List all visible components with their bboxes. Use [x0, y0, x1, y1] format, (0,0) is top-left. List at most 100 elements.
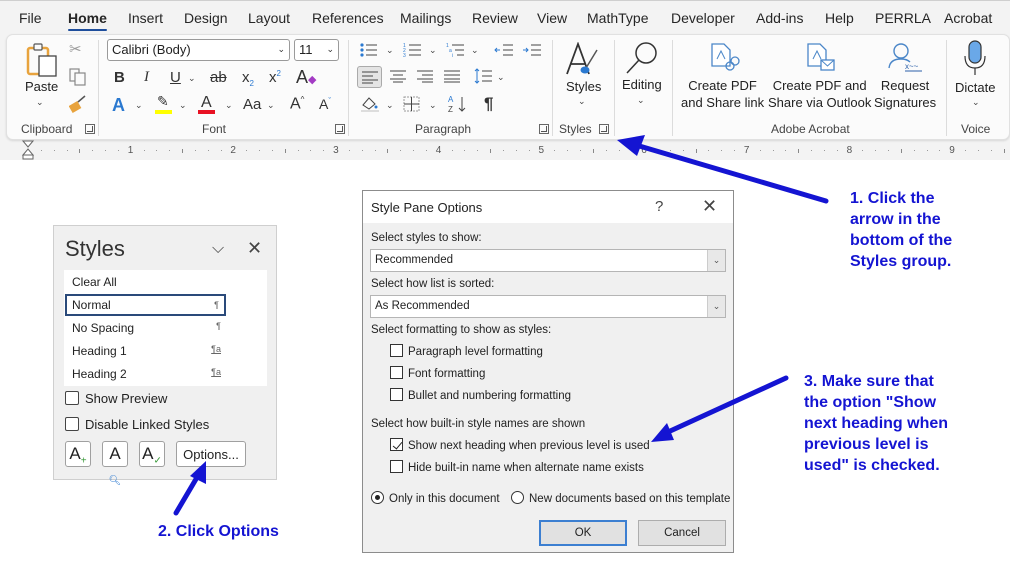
- tab-home[interactable]: Home: [68, 10, 107, 31]
- justify-icon[interactable]: [444, 70, 460, 83]
- chevron-down-icon[interactable]: ⌄: [707, 250, 725, 271]
- change-case-dropdown-chevron-icon[interactable]: ⌄: [267, 100, 275, 111]
- checkbox-box[interactable]: [390, 344, 403, 357]
- paste-label[interactable]: Paste: [25, 78, 58, 95]
- tab-help[interactable]: Help: [825, 10, 854, 26]
- bullets-icon[interactable]: [359, 42, 379, 58]
- underline-button[interactable]: U: [170, 70, 181, 85]
- paragraph-launcher-icon[interactable]: [539, 124, 549, 134]
- subscript-button[interactable]: x2: [242, 70, 254, 88]
- styles-button-label[interactable]: Styles: [566, 78, 601, 95]
- styles-to-show-select[interactable]: Recommended ⌄: [370, 249, 726, 272]
- close-icon[interactable]: ✕: [702, 196, 717, 217]
- highlight-dropdown-chevron-icon[interactable]: ⌄: [179, 100, 187, 111]
- radio-button[interactable]: [511, 491, 524, 504]
- highlight-color-icon[interactable]: ✎: [157, 94, 169, 108]
- paragraph-level-formatting-checkbox[interactable]: Paragraph level formatting: [390, 344, 543, 358]
- only-this-document-radio[interactable]: Only in this document: [371, 491, 500, 505]
- checkbox-box[interactable]: [65, 417, 79, 431]
- font-launcher-icon[interactable]: [335, 124, 345, 134]
- bullet-numbering-formatting-checkbox[interactable]: Bullet and numbering formatting: [390, 388, 571, 402]
- font-color-button[interactable]: A: [201, 95, 212, 111]
- font-formatting-checkbox[interactable]: Font formatting: [390, 366, 485, 380]
- checkbox-box[interactable]: [390, 366, 403, 379]
- create-pdf-share-outlook-button[interactable]: Create PDF and Share via Outlook: [768, 77, 871, 111]
- help-icon[interactable]: ?: [655, 198, 663, 215]
- checkbox-box[interactable]: [390, 460, 403, 473]
- numbering-icon[interactable]: 123: [403, 42, 423, 58]
- superscript-button[interactable]: x2: [269, 70, 281, 86]
- borders-icon[interactable]: [403, 96, 420, 112]
- create-pdf-share-link-button[interactable]: Create PDF and Share link: [681, 77, 764, 111]
- options-button[interactable]: Options...: [176, 441, 246, 467]
- pane-options-chevron-icon[interactable]: ⌵: [212, 240, 224, 258]
- numbering-dropdown-chevron-icon[interactable]: ⌄: [429, 45, 437, 56]
- style-item-clear-all[interactable]: Clear All: [65, 271, 226, 293]
- align-center-icon[interactable]: [390, 70, 406, 83]
- tab-perrla[interactable]: PERRLA: [875, 10, 931, 26]
- grow-font-button[interactable]: A^: [290, 96, 304, 112]
- align-right-icon[interactable]: [417, 70, 433, 83]
- ok-button[interactable]: OK: [539, 520, 627, 546]
- line-spacing-icon[interactable]: [474, 68, 492, 84]
- tab-add-ins[interactable]: Add-ins: [756, 10, 803, 26]
- style-inspector-button[interactable]: A🔍︎: [102, 441, 128, 486]
- styles-launcher-icon[interactable]: [599, 124, 609, 134]
- cut-icon[interactable]: ✂: [69, 42, 82, 57]
- clipboard-launcher-icon[interactable]: [85, 124, 95, 134]
- multilevel-list-icon[interactable]: 1ai: [446, 42, 466, 58]
- manage-styles-button[interactable]: A✓: [139, 441, 165, 467]
- multilevel-dropdown-chevron-icon[interactable]: ⌄: [471, 45, 479, 56]
- underline-dropdown-chevron-icon[interactable]: ⌄: [188, 73, 196, 84]
- strikethrough-button[interactable]: ab: [210, 70, 227, 85]
- tab-acrobat[interactable]: Acrobat: [944, 10, 992, 26]
- tab-review[interactable]: Review: [472, 10, 518, 26]
- text-effects-button[interactable]: A: [112, 96, 125, 114]
- align-left-button[interactable]: [357, 66, 382, 88]
- clear-formatting-icon[interactable]: A◆: [296, 68, 316, 86]
- decrease-indent-icon[interactable]: [494, 42, 514, 58]
- paste-dropdown-chevron-icon[interactable]: ⌄: [36, 97, 44, 108]
- show-preview-checkbox[interactable]: Show Preview: [65, 391, 167, 406]
- tab-mathtype[interactable]: MathType: [587, 10, 648, 26]
- show-formatting-marks-button[interactable]: ¶: [484, 95, 493, 112]
- bold-button[interactable]: B: [114, 70, 125, 85]
- cancel-button[interactable]: Cancel: [638, 520, 726, 546]
- new-documents-template-radio[interactable]: New documents based on this template: [511, 491, 730, 505]
- show-next-heading-checkbox[interactable]: Show next heading when previous level is…: [390, 438, 650, 452]
- tab-references[interactable]: References: [312, 10, 384, 26]
- tab-file[interactable]: File: [19, 10, 42, 26]
- font-name-combobox[interactable]: Calibri (Body) ⌄: [107, 39, 290, 61]
- tab-mailings[interactable]: Mailings: [400, 10, 451, 26]
- checkbox-box[interactable]: [65, 391, 79, 405]
- close-icon[interactable]: ✕: [247, 238, 262, 259]
- format-painter-icon[interactable]: [69, 95, 87, 113]
- chevron-down-icon[interactable]: ⌄: [707, 296, 725, 317]
- hide-builtin-name-checkbox[interactable]: Hide built-in name when alternate name e…: [390, 460, 644, 474]
- line-spacing-dropdown-chevron-icon[interactable]: ⌄: [497, 72, 505, 83]
- text-effects-dropdown-chevron-icon[interactable]: ⌄: [135, 100, 143, 111]
- shrink-font-button[interactable]: Aˇ: [319, 97, 331, 111]
- request-signatures-icon[interactable]: x~~: [887, 42, 923, 74]
- style-item-normal[interactable]: Normal ¶: [65, 294, 226, 316]
- pdf-outlook-icon[interactable]: [806, 42, 836, 74]
- horizontal-ruler[interactable]: 1 2 3 4 5 6 7 8 9: [0, 144, 1010, 158]
- style-item-no-spacing[interactable]: No Spacing ¶: [65, 317, 226, 339]
- change-case-button[interactable]: Aa: [243, 97, 261, 112]
- font-size-combobox[interactable]: 11 ⌄: [294, 39, 339, 61]
- indent-marker-icon[interactable]: [22, 140, 34, 160]
- dictate-button-label[interactable]: Dictate: [955, 79, 995, 96]
- new-style-button[interactable]: A+: [65, 441, 91, 467]
- bullets-dropdown-chevron-icon[interactable]: ⌄: [386, 45, 394, 56]
- italic-button[interactable]: I: [144, 70, 149, 85]
- borders-dropdown-chevron-icon[interactable]: ⌄: [429, 100, 437, 111]
- radio-button-selected[interactable]: [371, 491, 384, 504]
- styles-gallery-icon[interactable]: [564, 42, 600, 78]
- checkbox-box-checked[interactable]: [390, 438, 403, 451]
- editing-button-label[interactable]: Editing: [622, 76, 662, 93]
- tab-developer[interactable]: Developer: [671, 10, 735, 26]
- microphone-icon[interactable]: [962, 40, 988, 76]
- disable-linked-styles-checkbox[interactable]: Disable Linked Styles: [65, 417, 209, 432]
- style-item-heading-1[interactable]: Heading 1 ¶a: [65, 340, 226, 362]
- pdf-share-link-icon[interactable]: [710, 42, 740, 74]
